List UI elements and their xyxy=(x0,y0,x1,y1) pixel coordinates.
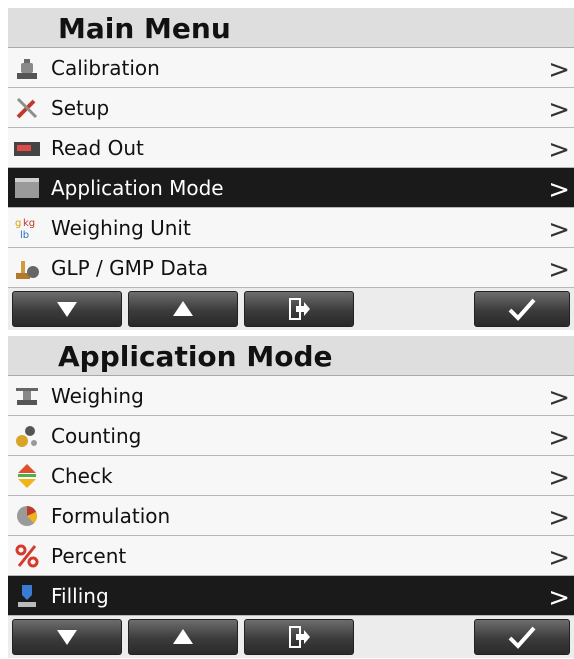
checkmark-icon xyxy=(508,298,536,321)
chevron-right-icon: > xyxy=(548,503,570,533)
menu-item-label: Check xyxy=(51,463,113,488)
weighing-unit-icon: g kg lb xyxy=(13,215,41,241)
chevron-right-icon: > xyxy=(548,95,570,125)
main-menu-title: Main Menu xyxy=(8,8,574,48)
menu-item-setup[interactable]: Setup > xyxy=(8,88,574,128)
button-bar xyxy=(8,616,574,658)
menu-item-weighing[interactable]: Weighing > xyxy=(8,376,574,416)
svg-text:kg: kg xyxy=(23,218,35,229)
chevron-right-icon: > xyxy=(548,135,570,165)
checkmark-icon xyxy=(508,626,536,649)
chevron-right-icon: > xyxy=(548,383,570,413)
down-button[interactable] xyxy=(12,619,122,655)
menu-item-glp-gmp-data[interactable]: GLP / GMP Data > xyxy=(8,248,574,288)
chevron-right-icon: > xyxy=(548,215,570,245)
chevron-right-icon: > xyxy=(548,55,570,85)
menu-item-label: GLP / GMP Data xyxy=(51,255,209,280)
weighing-scale-icon xyxy=(13,383,41,409)
menu-item-formulation[interactable]: Formulation > xyxy=(8,496,574,536)
menu-item-label: Percent xyxy=(51,543,127,568)
exit-button[interactable] xyxy=(244,291,354,327)
down-arrow-icon xyxy=(57,302,77,317)
menu-item-label: Weighing Unit xyxy=(51,215,191,240)
button-bar xyxy=(8,288,574,330)
chevron-right-icon: > xyxy=(548,423,570,453)
menu-item-label: Weighing xyxy=(51,383,144,408)
chevron-right-icon: > xyxy=(548,255,570,285)
application-mode-screen: Application Mode Weighing > Counting > C… xyxy=(8,336,574,659)
counting-icon xyxy=(13,423,41,449)
filling-icon xyxy=(13,583,41,609)
svg-text:g: g xyxy=(15,218,21,229)
chevron-right-icon: > xyxy=(548,543,570,573)
menu-item-weighing-unit[interactable]: g kg lb Weighing Unit > xyxy=(8,208,574,248)
svg-text:lb: lb xyxy=(20,230,29,241)
up-button[interactable] xyxy=(128,291,238,327)
check-arrows-icon xyxy=(13,463,41,489)
menu-item-label: Filling xyxy=(51,583,109,608)
menu-item-percent[interactable]: Percent > xyxy=(8,536,574,576)
chevron-right-icon: > xyxy=(548,175,570,205)
glp-gmp-icon xyxy=(13,255,41,281)
down-button[interactable] xyxy=(12,291,122,327)
exit-icon xyxy=(289,626,310,648)
menu-item-label: Setup xyxy=(51,95,110,120)
menu-item-check[interactable]: Check > xyxy=(8,456,574,496)
main-menu-screen: Main Menu Calibration > Setup > Read Out… xyxy=(8,8,574,330)
up-button[interactable] xyxy=(128,619,238,655)
down-arrow-icon xyxy=(57,630,77,645)
confirm-button[interactable] xyxy=(474,291,570,327)
setup-tools-icon xyxy=(13,95,41,121)
menu-item-application-mode[interactable]: Application Mode > xyxy=(8,168,574,208)
menu-item-counting[interactable]: Counting > xyxy=(8,416,574,456)
menu-item-calibration[interactable]: Calibration > xyxy=(8,48,574,88)
exit-button[interactable] xyxy=(244,619,354,655)
menu-item-label: Formulation xyxy=(51,503,171,528)
chevron-right-icon: > xyxy=(548,583,570,613)
menu-item-read-out[interactable]: Read Out > xyxy=(8,128,574,168)
readout-display-icon xyxy=(13,135,41,161)
menu-item-label: Read Out xyxy=(51,135,144,160)
exit-icon xyxy=(289,298,310,320)
menu-item-label: Application Mode xyxy=(51,175,224,200)
menu-item-label: Counting xyxy=(51,423,142,448)
menu-item-label: Calibration xyxy=(51,55,160,80)
application-mode-icon xyxy=(13,175,41,201)
menu-item-filling[interactable]: Filling > xyxy=(8,576,574,616)
application-mode-title: Application Mode xyxy=(8,336,574,376)
up-arrow-icon xyxy=(173,629,193,644)
percent-icon xyxy=(13,543,41,569)
up-arrow-icon xyxy=(173,301,193,316)
chevron-right-icon: > xyxy=(548,463,570,493)
confirm-button[interactable] xyxy=(474,619,570,655)
formulation-icon xyxy=(13,503,41,529)
calibration-weight-icon xyxy=(13,55,41,81)
